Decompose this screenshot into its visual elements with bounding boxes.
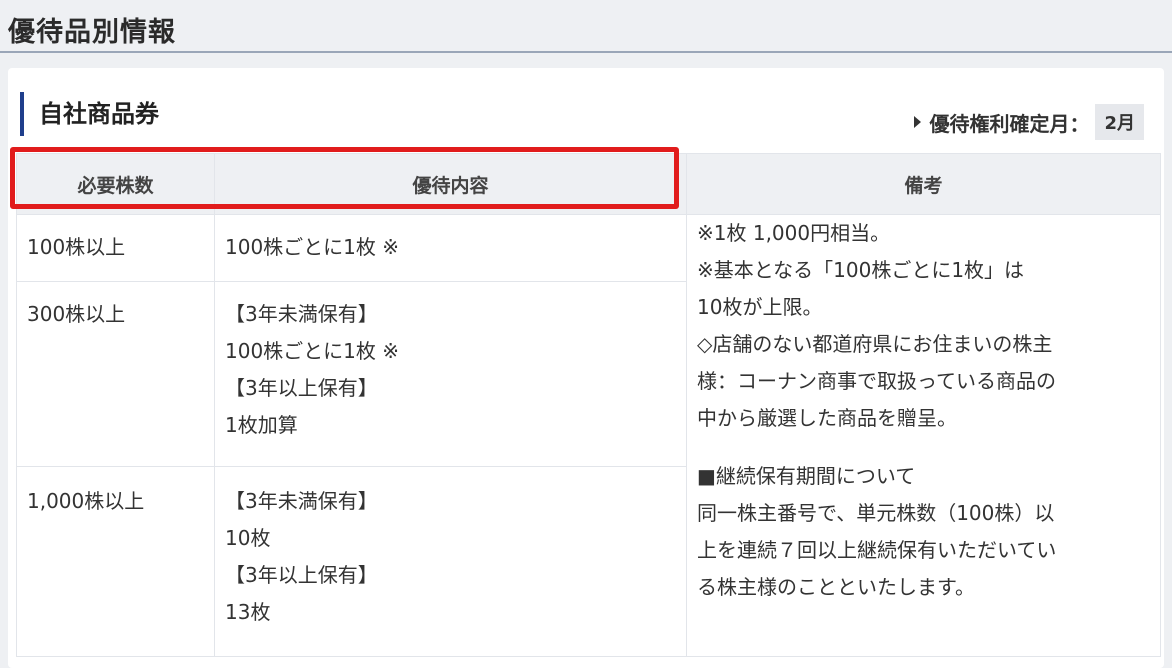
remarks-line: ※基本となる「100株ごとに1枚」は [697, 258, 1025, 282]
content-line: 【3年未満保有】 [225, 489, 378, 513]
content-line: 【3年以上保有】 [225, 376, 378, 400]
record-month-info: 優待権利確定月 ： 2月 [914, 104, 1144, 140]
content-line: 100株ごとに1枚 ※ [225, 235, 400, 259]
remarks-line: 上を連続７回以上継続保有いただいてい [697, 538, 1057, 562]
page-title: 優待品別情報 [8, 17, 176, 48]
content-line: 【3年以上保有】 [225, 563, 378, 587]
header-remarks: 備考 [686, 153, 1161, 215]
record-month-badge: 2月 [1095, 104, 1144, 140]
section-title: 自社商品券 [39, 100, 159, 128]
shares-value: 1,000株以上 [27, 489, 145, 513]
remarks-line: る株主様のことといたします。 [697, 575, 975, 599]
triangle-right-icon [914, 116, 922, 128]
content-line: 13枚 [225, 600, 271, 624]
remarks-line: 様：コーナン商事で取扱っている商品の [697, 369, 1056, 393]
section-accent-bar [20, 92, 24, 136]
content-line: 100株ごとに1枚 ※ [225, 339, 400, 363]
record-month-colon: ： [1069, 111, 1090, 136]
row-content-cell: 【3年未満保有】 100株ごとに1枚 ※ 【3年以上保有】 1枚加算 [214, 281, 687, 467]
record-month-label: 優待権利確定月 [929, 111, 1070, 136]
remarks-line: ◇店舗のない都道府県にお住まいの株主 [697, 332, 1053, 356]
remarks-cell: ※1枚 1,000円相当。 ※基本となる「100株ごとに1枚」は 10枚が上限。… [686, 214, 1161, 657]
row-content-cell: 【3年未満保有】 10枚 【3年以上保有】 13枚 [214, 466, 687, 657]
table-row: 100株以上 100株ごとに1枚 ※ ※1枚 1,000円相当。 ※基本となる「… [16, 214, 1161, 657]
content-line: 1枚加算 [225, 413, 298, 437]
remarks-line: 同一株主番号で、単元株数（100株）以 [697, 501, 1055, 525]
remarks-spacer [697, 437, 1150, 458]
remarks-line: 中から厳選した商品を贈呈。 [697, 406, 957, 430]
remarks-line: ※1枚 1,000円相当。 [697, 221, 891, 245]
remarks-line: 10枚が上限。 [697, 295, 823, 319]
row-shares-cell: 100株以上 [16, 214, 215, 282]
page-header: 優待品別情報 [0, 0, 1172, 53]
remarks-line: ■継続保有期間について [697, 464, 916, 488]
row-shares-cell: 1,000株以上 [16, 466, 215, 657]
shares-value: 300株以上 [27, 302, 126, 326]
benefit-table: 必要株数 優待内容 備考 100株以上 100株ごとに1枚 ※ ※1枚 1,00… [16, 153, 1161, 657]
row-content-cell: 100株ごとに1枚 ※ [214, 214, 687, 282]
shares-value: 100株以上 [27, 235, 126, 259]
content-line: 【3年未満保有】 [225, 302, 378, 326]
row-shares-cell: 300株以上 [16, 281, 215, 467]
highlight-box [10, 147, 679, 209]
content-line: 10枚 [225, 526, 271, 550]
